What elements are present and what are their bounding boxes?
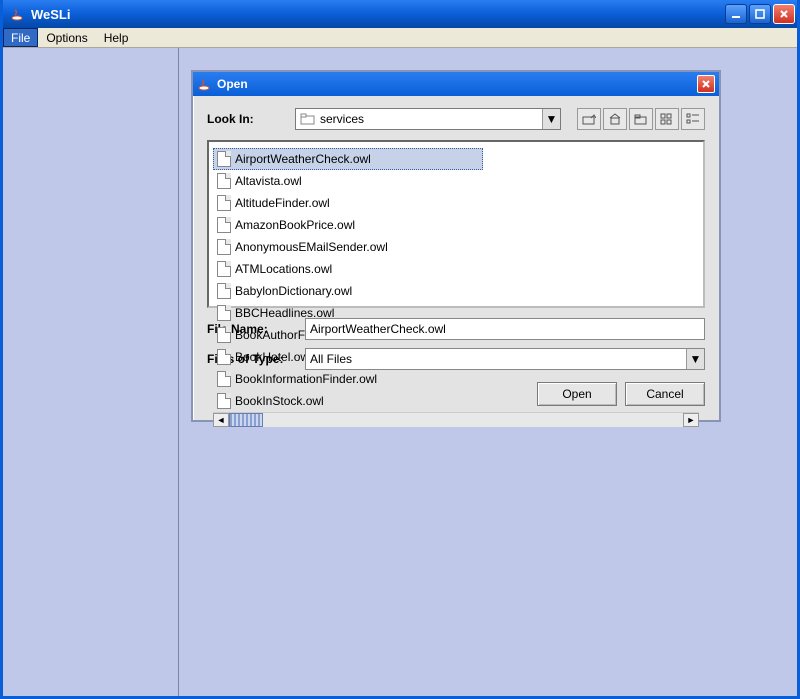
file-name: AmazonBookPrice.owl [235,218,355,232]
file-type-combo[interactable]: All Files ▼ [305,348,705,370]
dialog-body: Look In: services ▼ [193,96,719,420]
dialog-title: Open [217,77,248,91]
file-name: AnonymousEMailSender.owl [235,240,388,254]
window-controls [725,4,795,24]
file-item[interactable]: Altavista.owl [213,170,483,192]
document-icon [217,261,231,277]
cancel-button[interactable]: Cancel [625,382,705,406]
home-button[interactable] [603,108,627,130]
document-icon [217,217,231,233]
file-name: ATMLocations.owl [235,262,332,276]
up-folder-button[interactable] [577,108,601,130]
menu-bar: File Options Help Load Open Save [3,28,797,48]
menu-file[interactable]: File [3,28,38,47]
document-icon [217,151,231,167]
open-button[interactable]: Open [537,382,617,406]
document-icon [217,173,231,189]
file-name: AirportWeatherCheck.owl [235,152,371,166]
file-item[interactable]: BookInformationFinder.owl [213,368,483,390]
new-folder-button[interactable] [629,108,653,130]
scroll-right-button[interactable]: ► [683,413,699,427]
document-icon [217,239,231,255]
file-type-value: All Files [310,352,352,366]
document-icon [217,327,231,343]
scroll-track[interactable] [229,413,683,427]
close-button[interactable] [773,4,795,24]
open-dialog: Open Look In: services ▼ [191,70,721,422]
file-item[interactable]: ATMLocations.owl [213,258,483,280]
file-item[interactable]: BookInStock.owl [213,390,483,412]
file-item[interactable]: AmazonBookPrice.owl [213,214,483,236]
file-list-panel: AirportWeatherCheck.owl Altavista.owl Al… [207,140,705,308]
app-window: WeSLi File Options Help Load Open Save O… [0,0,800,699]
file-list: AirportWeatherCheck.owl Altavista.owl Al… [213,148,699,412]
scroll-left-button[interactable]: ◄ [213,413,229,427]
dialog-close-button[interactable] [697,75,715,93]
split-divider[interactable] [178,48,179,696]
file-name: Altavista.owl [235,174,302,188]
chevron-down-icon[interactable]: ▼ [542,109,560,129]
details-view-button[interactable] [681,108,705,130]
menu-help[interactable]: Help [96,28,137,47]
file-item[interactable]: AirportWeatherCheck.owl [213,148,483,170]
file-name: BabylonDictionary.owl [235,284,352,298]
document-icon [217,371,231,387]
menu-options[interactable]: Options [38,28,95,47]
dialog-titlebar: Open [193,72,719,96]
chevron-down-icon[interactable]: ▼ [686,349,704,369]
dialog-toolbar [577,108,705,130]
scroll-thumb[interactable] [229,413,263,427]
document-icon [217,195,231,211]
minimize-button[interactable] [725,4,747,24]
look-in-label: Look In: [207,112,287,126]
file-name: BookInStock.owl [235,394,324,408]
file-name: AltitudeFinder.owl [235,196,330,210]
document-icon [217,283,231,299]
look-in-value: services [320,112,542,126]
file-item[interactable]: BabylonDictionary.owl [213,280,483,302]
window-titlebar: WeSLi [3,0,797,28]
file-item[interactable]: AltitudeFinder.owl [213,192,483,214]
document-icon [217,349,231,365]
java-cup-icon [197,77,211,91]
horizontal-scrollbar[interactable]: ◄ ► [213,412,699,427]
document-icon [217,393,231,409]
java-cup-icon [9,6,25,22]
document-icon [217,305,231,321]
window-title: WeSLi [31,7,725,22]
file-name-input[interactable] [305,318,705,340]
file-item[interactable]: AnonymousEMailSender.owl [213,236,483,258]
list-view-button[interactable] [655,108,679,130]
folder-icon [300,112,316,126]
maximize-button[interactable] [749,4,771,24]
file-name: BookInformationFinder.owl [235,372,377,386]
look-in-combo[interactable]: services ▼ [295,108,561,130]
